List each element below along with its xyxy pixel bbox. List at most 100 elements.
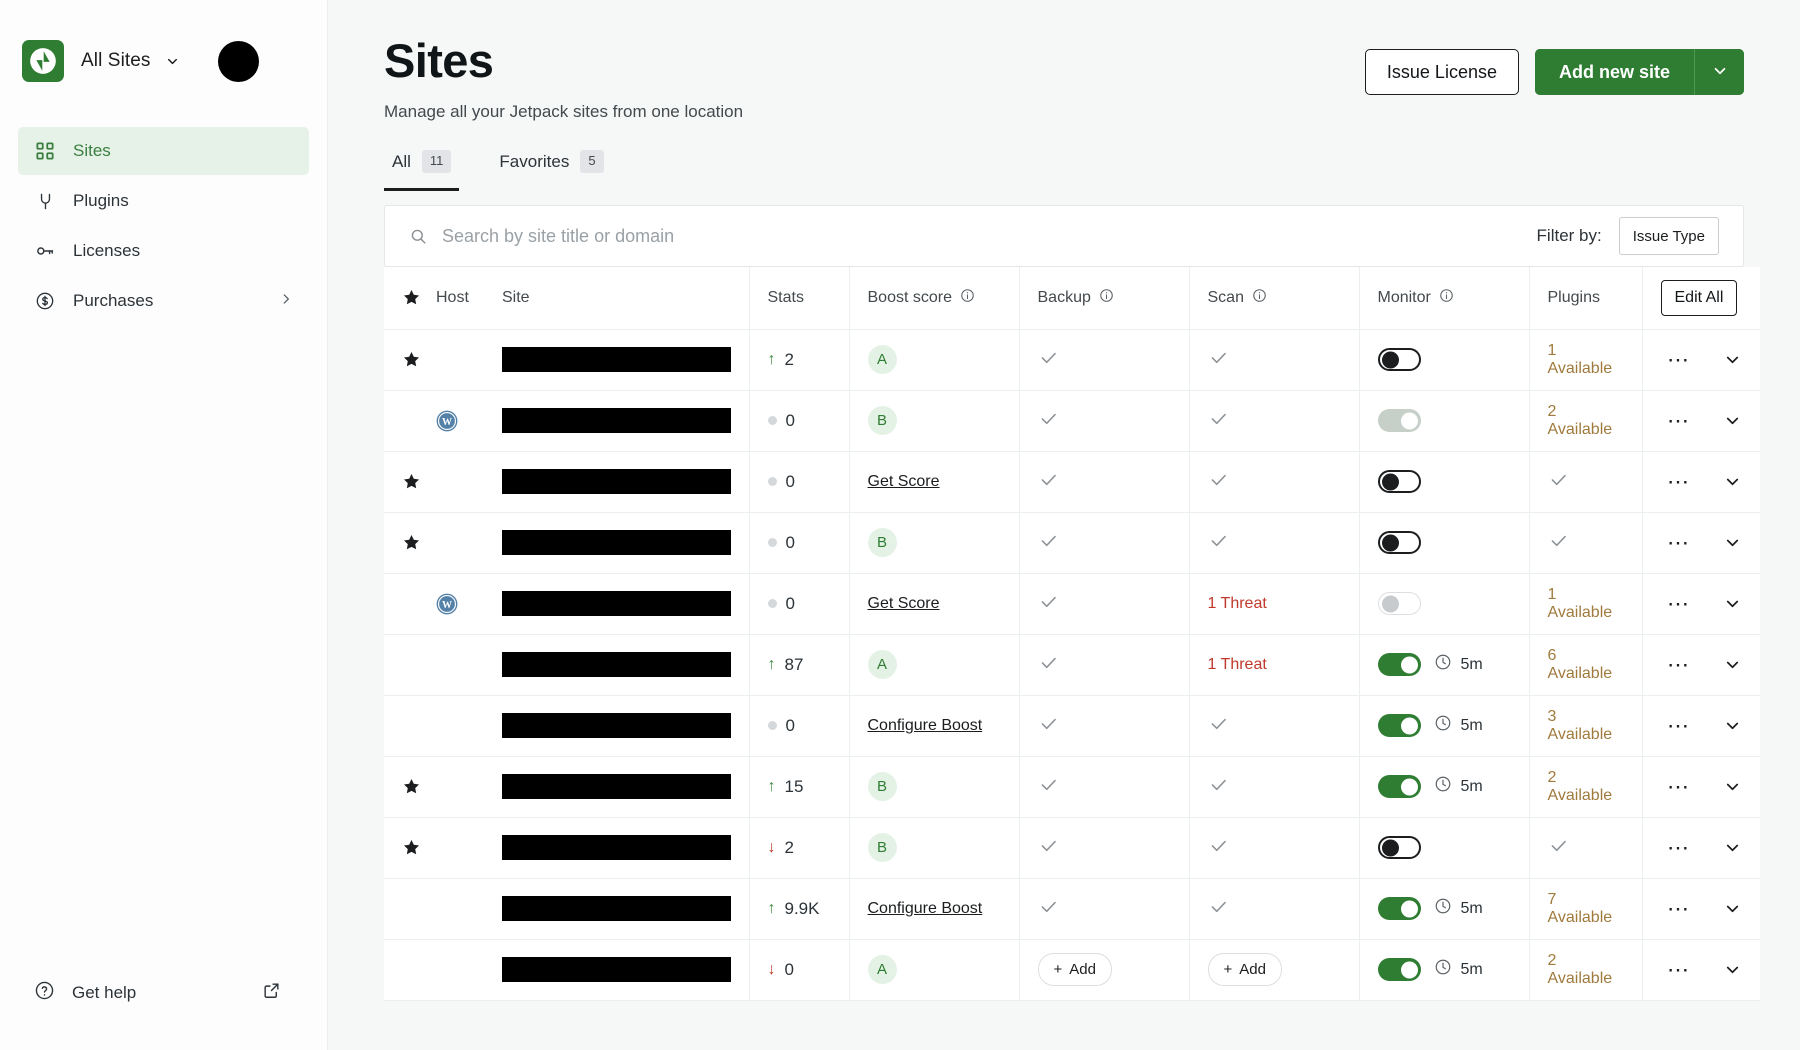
- site-name-redacted[interactable]: [502, 835, 731, 860]
- chevron-down-icon[interactable]: [1701, 960, 1742, 979]
- cell-plugins[interactable]: 1 Available: [1529, 573, 1642, 634]
- info-icon[interactable]: [960, 288, 975, 308]
- cell-scan[interactable]: [1189, 695, 1359, 756]
- site-name-redacted[interactable]: [502, 652, 731, 677]
- cell-monitor[interactable]: 5m: [1359, 756, 1529, 817]
- column-backup[interactable]: Backup: [1019, 267, 1189, 329]
- monitor-toggle[interactable]: [1378, 592, 1421, 615]
- backup-add-button[interactable]: +Add: [1038, 953, 1112, 986]
- cell-boost[interactable]: Get Score: [849, 573, 1019, 634]
- favorite-star-icon[interactable]: [402, 777, 436, 796]
- site-name-redacted[interactable]: [502, 530, 731, 555]
- plugins-available-label[interactable]: 1 Available: [1548, 586, 1613, 621]
- cell-scan[interactable]: 1 Threat: [1189, 573, 1359, 634]
- chevron-down-icon[interactable]: [1701, 350, 1742, 369]
- site-name-redacted[interactable]: [502, 713, 731, 738]
- table-row[interactable]: 0Get Score⋯: [384, 451, 1760, 512]
- ellipsis-icon[interactable]: ⋯: [1657, 901, 1701, 916]
- ellipsis-icon[interactable]: ⋯: [1657, 718, 1701, 733]
- cell-monitor[interactable]: 5m: [1359, 939, 1529, 1000]
- column-boost-score[interactable]: Boost score: [849, 267, 1019, 329]
- table-row[interactable]: ↓2B⋯: [384, 817, 1760, 878]
- cell-backup[interactable]: +Add: [1019, 939, 1189, 1000]
- chevron-down-icon[interactable]: [1701, 472, 1742, 491]
- monitor-toggle[interactable]: [1378, 958, 1421, 981]
- boost-action-link[interactable]: Get Score: [868, 473, 940, 490]
- plugins-available-label[interactable]: 7 Available: [1548, 891, 1613, 926]
- add-new-site-button[interactable]: Add new site: [1535, 49, 1694, 95]
- cell-scan[interactable]: [1189, 512, 1359, 573]
- cell-stats[interactable]: 0: [749, 573, 849, 634]
- ellipsis-icon[interactable]: ⋯: [1657, 413, 1701, 428]
- table-row[interactable]: W0Get Score1 Threat1 Available⋯: [384, 573, 1760, 634]
- cell-stats[interactable]: 0: [749, 451, 849, 512]
- cell-monitor[interactable]: 5m: [1359, 695, 1529, 756]
- issue-type-filter-button[interactable]: Issue Type: [1619, 217, 1719, 255]
- ellipsis-icon[interactable]: ⋯: [1657, 962, 1701, 977]
- cell-stats[interactable]: 0: [749, 512, 849, 573]
- cell-backup[interactable]: [1019, 634, 1189, 695]
- cell-stats[interactable]: 0: [749, 390, 849, 451]
- edit-all-button[interactable]: Edit All: [1661, 280, 1738, 316]
- cell-scan[interactable]: [1189, 817, 1359, 878]
- cell-boost[interactable]: B: [849, 512, 1019, 573]
- sidebar-item-purchases[interactable]: Purchases: [18, 277, 309, 325]
- cell-stats[interactable]: ↑15: [749, 756, 849, 817]
- site-name-redacted[interactable]: [502, 957, 731, 982]
- monitor-toggle[interactable]: [1378, 409, 1421, 432]
- favorite-star-icon[interactable]: [402, 838, 436, 857]
- site-name-redacted[interactable]: [502, 896, 731, 921]
- ellipsis-icon[interactable]: ⋯: [1657, 840, 1701, 855]
- avatar[interactable]: [218, 41, 259, 82]
- search-input[interactable]: [442, 226, 1537, 247]
- boost-action-link[interactable]: Get Score: [868, 595, 940, 612]
- cell-plugins[interactable]: 2 Available: [1529, 756, 1642, 817]
- cell-boost[interactable]: B: [849, 756, 1019, 817]
- cell-stats[interactable]: 0: [749, 695, 849, 756]
- scan-threat-label[interactable]: 1 Threat: [1208, 595, 1267, 612]
- tab-all[interactable]: All 11: [384, 150, 459, 191]
- cell-backup[interactable]: [1019, 878, 1189, 939]
- cell-plugins[interactable]: 1 Available: [1529, 329, 1642, 390]
- table-row[interactable]: 0B⋯: [384, 512, 1760, 573]
- all-sites-label[interactable]: All Sites: [81, 50, 151, 72]
- table-row[interactable]: 0 Configure Boost 5m 3 Available ⋯: [384, 695, 1760, 756]
- cell-backup[interactable]: [1019, 573, 1189, 634]
- cell-boost[interactable]: A: [849, 939, 1019, 1000]
- info-icon[interactable]: [1439, 288, 1454, 308]
- sidebar-item-plugins[interactable]: Plugins: [18, 177, 309, 225]
- monitor-toggle[interactable]: [1378, 897, 1421, 920]
- table-row[interactable]: ↑15B5m2 Available⋯: [384, 756, 1760, 817]
- cell-backup[interactable]: [1019, 329, 1189, 390]
- cell-monitor[interactable]: 5m: [1359, 878, 1529, 939]
- site-name-redacted[interactable]: [502, 469, 731, 494]
- column-scan[interactable]: Scan: [1189, 267, 1359, 329]
- cell-stats[interactable]: ↓0: [749, 939, 849, 1000]
- table-row[interactable]: ↑87A1 Threat5m6 Available⋯: [384, 634, 1760, 695]
- cell-scan[interactable]: 1 Threat: [1189, 634, 1359, 695]
- cell-stats[interactable]: ↑9.9K: [749, 878, 849, 939]
- cell-plugins[interactable]: 2 Available: [1529, 390, 1642, 451]
- table-row[interactable]: ↑9.9KConfigure Boost 5m 7 Available ⋯: [384, 878, 1760, 939]
- boost-action-link[interactable]: Configure Boost: [868, 717, 983, 734]
- site-name-redacted[interactable]: [502, 408, 731, 433]
- cell-plugins[interactable]: [1529, 817, 1642, 878]
- cell-backup[interactable]: [1019, 756, 1189, 817]
- cell-stats[interactable]: ↓2: [749, 817, 849, 878]
- column-plugins[interactable]: Plugins: [1529, 267, 1642, 329]
- cell-boost[interactable]: Configure Boost: [849, 878, 1019, 939]
- favorite-star-icon[interactable]: [402, 472, 436, 491]
- cell-plugins[interactable]: 2 Available: [1529, 939, 1642, 1000]
- monitor-toggle[interactable]: [1378, 775, 1421, 798]
- plugins-available-label[interactable]: 3 Available: [1548, 708, 1613, 743]
- cell-boost[interactable]: Configure Boost: [849, 695, 1019, 756]
- cell-boost[interactable]: Get Score: [849, 451, 1019, 512]
- site-name-redacted[interactable]: [502, 774, 731, 799]
- column-site[interactable]: Host Site: [384, 267, 749, 329]
- cell-plugins[interactable]: [1529, 512, 1642, 573]
- chevron-down-icon[interactable]: [165, 54, 180, 69]
- cell-monitor[interactable]: [1359, 451, 1529, 512]
- plugins-available-label[interactable]: 1 Available: [1548, 342, 1613, 377]
- chevron-down-icon[interactable]: [1701, 655, 1742, 674]
- cell-monitor[interactable]: 5m: [1359, 634, 1529, 695]
